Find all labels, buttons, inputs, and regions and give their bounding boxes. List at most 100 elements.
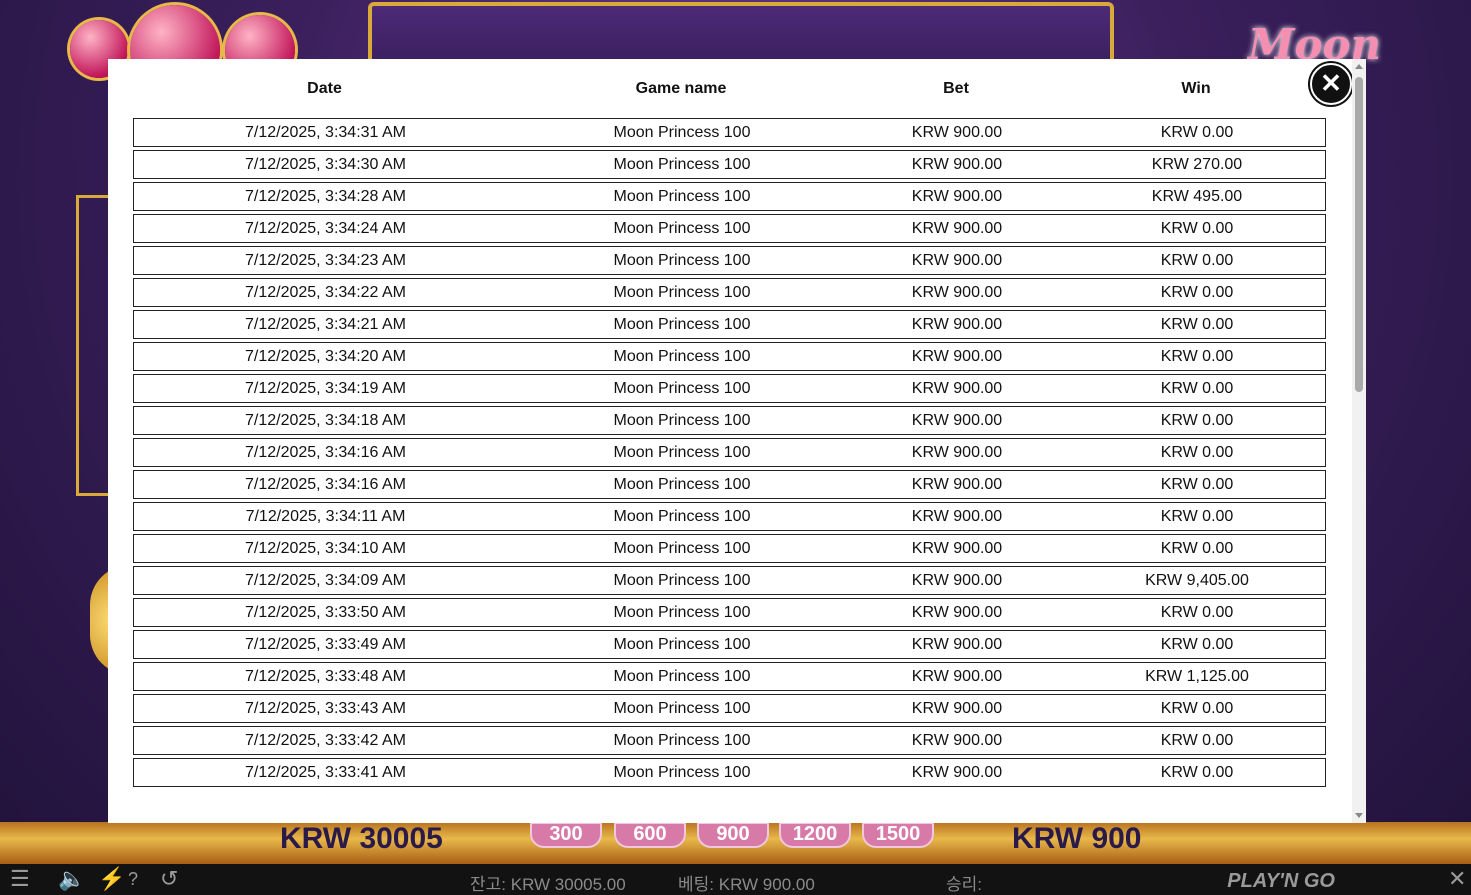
row-win: KRW 0.00 [1160, 252, 1234, 269]
row-bet: KRW 900.00 [911, 540, 1003, 557]
row-bet: KRW 900.00 [911, 476, 1003, 493]
history-table-body: 7/12/2025, 3:34:31 AM Moon Princess 100 KR… [133, 118, 1326, 790]
row-date: 7/12/2025, 3:33:41 AM [244, 764, 406, 781]
row-date: 7/12/2025, 3:33:48 AM [244, 668, 406, 685]
column-header-game: Game name [635, 80, 727, 97]
scroll-down-arrow-icon[interactable] [1355, 813, 1363, 818]
reel-top-frame [368, 2, 1114, 66]
table-row[interactable]: 7/12/2025, 3:34:18 AM Moon Princess 100 KR… [133, 406, 1326, 435]
table-row[interactable]: 7/12/2025, 3:33:41 AM Moon Princess 100 KR… [133, 758, 1326, 787]
row-win: KRW 0.00 [1160, 700, 1234, 717]
row-win: KRW 0.00 [1160, 124, 1234, 141]
row-date: 7/12/2025, 3:33:42 AM [244, 732, 406, 749]
row-game-name: Moon Princess 100 [613, 316, 751, 333]
row-bet: KRW 900.00 [911, 572, 1003, 589]
column-header-win: Win [1181, 80, 1211, 97]
table-row[interactable]: 7/12/2025, 3:34:16 AM Moon Princess 100 KR… [133, 470, 1326, 499]
row-bet: KRW 900.00 [911, 636, 1003, 653]
row-bet: KRW 900.00 [911, 732, 1003, 749]
row-bet: KRW 900.00 [911, 124, 1003, 141]
scroll-thumb[interactable] [1355, 77, 1363, 392]
scrollbar[interactable] [1352, 59, 1366, 823]
row-game-name: Moon Princess 100 [613, 732, 751, 749]
row-game-name: Moon Princess 100 [613, 156, 751, 173]
row-date: 7/12/2025, 3:34:24 AM [244, 220, 406, 237]
table-row[interactable]: 7/12/2025, 3:34:22 AM Moon Princess 100 KR… [133, 278, 1326, 307]
bet-chip-600[interactable]: 600 [614, 822, 686, 848]
row-bet: KRW 900.00 [911, 380, 1003, 397]
row-game-name: Moon Princess 100 [613, 380, 751, 397]
bet-chip-1500[interactable]: 1500 [862, 822, 934, 848]
row-win: KRW 1,125.00 [1145, 668, 1249, 685]
table-row[interactable]: 7/12/2025, 3:34:23 AM Moon Princess 100 KR… [133, 246, 1326, 275]
table-row[interactable]: 7/12/2025, 3:33:43 AM Moon Princess 100 KR… [133, 694, 1326, 723]
row-game-name: Moon Princess 100 [613, 764, 751, 781]
row-game-name: Moon Princess 100 [613, 124, 751, 141]
column-header-bet: Bet [943, 80, 969, 97]
bet-chip-300[interactable]: 300 [530, 822, 602, 848]
row-date: 7/12/2025, 3:34:16 AM [244, 444, 406, 461]
row-bet: KRW 900.00 [911, 220, 1003, 237]
row-date: 7/12/2025, 3:33:50 AM [244, 604, 406, 621]
row-win: KRW 0.00 [1160, 348, 1234, 365]
table-row[interactable]: 7/12/2025, 3:34:10 AM Moon Princess 100 KR… [133, 534, 1326, 563]
game-history-modal: Date Game name Bet Win 7/12/2025, 3:34:3… [108, 59, 1366, 823]
row-bet: KRW 900.00 [911, 668, 1003, 685]
row-game-name: Moon Princess 100 [613, 220, 751, 237]
row-date: 7/12/2025, 3:33:43 AM [244, 700, 406, 717]
row-bet: KRW 900.00 [911, 700, 1003, 717]
row-bet: KRW 900.00 [911, 508, 1003, 525]
row-date: 7/12/2025, 3:34:18 AM [244, 412, 406, 429]
row-date: 7/12/2025, 3:34:23 AM [244, 252, 406, 269]
speaker-icon[interactable]: 🔈 [58, 866, 85, 892]
row-date: 7/12/2025, 3:34:19 AM [244, 380, 406, 397]
column-header-date: Date [307, 80, 342, 97]
bet-chip-1200[interactable]: 1200 [779, 822, 851, 848]
status-bet: 베팅: KRW 900.00 [678, 875, 815, 894]
table-row[interactable]: 7/12/2025, 3:34:11 AM Moon Princess 100 KR… [133, 502, 1326, 531]
bet-chip-900[interactable]: 900 [697, 822, 769, 848]
close-button[interactable]: ✕ [1310, 63, 1352, 105]
scroll-up-arrow-icon[interactable] [1355, 64, 1363, 69]
row-win: KRW 0.00 [1160, 380, 1234, 397]
table-row[interactable]: 7/12/2025, 3:34:31 AM Moon Princess 100 KR… [133, 118, 1326, 147]
exit-icon[interactable]: ✕ [1448, 866, 1466, 892]
row-bet: KRW 900.00 [911, 412, 1003, 429]
table-row[interactable]: 7/12/2025, 3:33:48 AM Moon Princess 100 KR… [133, 662, 1326, 691]
table-row[interactable]: 7/12/2025, 3:34:21 AM Moon Princess 100 KR… [133, 310, 1326, 339]
table-row[interactable]: 7/12/2025, 3:34:16 AM Moon Princess 100 KR… [133, 438, 1326, 467]
row-win: KRW 0.00 [1160, 540, 1234, 557]
lightning-icon[interactable]: ⚡ [98, 866, 125, 892]
row-win: KRW 0.00 [1160, 284, 1234, 301]
brand-logo: PLAY'N GO [1227, 870, 1335, 892]
table-row[interactable]: 7/12/2025, 3:33:50 AM Moon Princess 100 KR… [133, 598, 1326, 627]
menu-icon[interactable]: ☰ [10, 866, 30, 892]
row-game-name: Moon Princess 100 [613, 476, 751, 493]
table-row[interactable]: 7/12/2025, 3:34:09 AM Moon Princess 100 KR… [133, 566, 1326, 595]
close-icon: ✕ [1320, 68, 1342, 98]
table-row[interactable]: 7/12/2025, 3:34:19 AM Moon Princess 100 KR… [133, 374, 1326, 403]
table-row[interactable]: 7/12/2025, 3:34:30 AM Moon Princess 100 KR… [133, 150, 1326, 179]
row-date: 7/12/2025, 3:34:09 AM [244, 572, 406, 589]
row-date: 7/12/2025, 3:34:21 AM [244, 316, 406, 333]
table-row[interactable]: 7/12/2025, 3:34:24 AM Moon Princess 100 KR… [133, 214, 1326, 243]
row-win: KRW 9,405.00 [1145, 572, 1249, 589]
row-bet: KRW 900.00 [911, 316, 1003, 333]
table-row[interactable]: 7/12/2025, 3:34:28 AM Moon Princess 100 KR… [133, 182, 1326, 211]
status-bar: ☰ 🔈 ⚡ ? ↺ 잔고: KRW 30005.00 베팅: KRW 900.0… [0, 864, 1471, 895]
balance-display: KRW 30005 [280, 822, 443, 855]
table-row[interactable]: 7/12/2025, 3:33:42 AM Moon Princess 100 KR… [133, 726, 1326, 755]
bet-display: KRW 900 [1012, 822, 1142, 855]
table-row[interactable]: 7/12/2025, 3:34:20 AM Moon Princess 100 KR… [133, 342, 1326, 371]
history-icon[interactable]: ↺ [160, 866, 178, 892]
row-bet: KRW 900.00 [911, 764, 1003, 781]
history-table-header: Date Game name Bet Win [108, 59, 1366, 118]
row-win: KRW 0.00 [1160, 220, 1234, 237]
row-bet: KRW 900.00 [911, 252, 1003, 269]
row-game-name: Moon Princess 100 [613, 636, 751, 653]
question-icon[interactable]: ? [128, 869, 138, 890]
row-date: 7/12/2025, 3:34:16 AM [244, 476, 406, 493]
table-row[interactable]: 7/12/2025, 3:33:49 AM Moon Princess 100 KR… [133, 630, 1326, 659]
row-win: KRW 270.00 [1151, 156, 1243, 173]
row-bet: KRW 900.00 [911, 444, 1003, 461]
